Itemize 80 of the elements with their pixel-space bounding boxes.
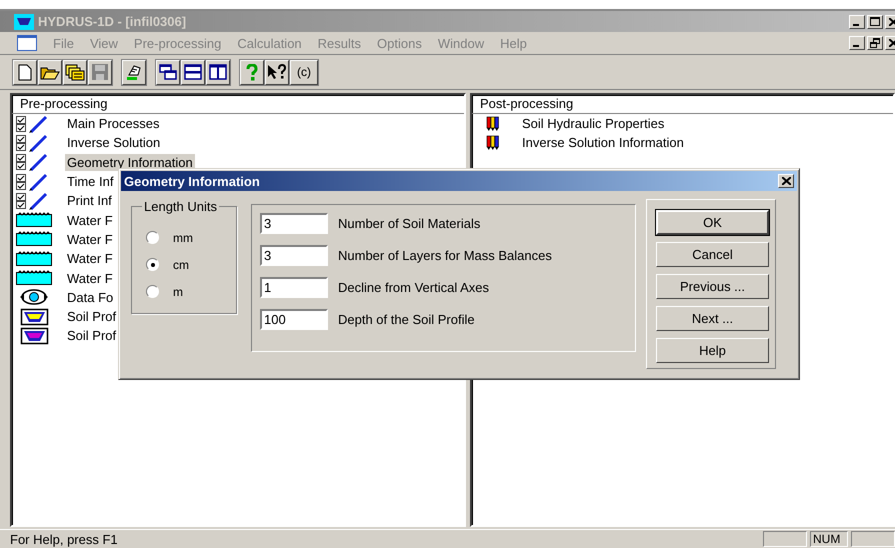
field-label: Depth of the Soil Profile [338, 312, 475, 327]
minimize-button[interactable] [849, 36, 865, 50]
water-level-icon [15, 250, 53, 268]
minimize-icon [853, 45, 859, 47]
open-button[interactable] [38, 60, 62, 84]
edit-button[interactable] [122, 60, 146, 84]
tree-item[interactable]: Time Inf [65, 173, 116, 190]
new-file-button[interactable] [13, 60, 37, 84]
minimize-button[interactable] [849, 14, 865, 28]
open-files-button[interactable] [63, 60, 87, 84]
panel-header: Pre-processing [12, 95, 464, 114]
context-help-button[interactable] [265, 60, 289, 84]
folder-icon [40, 64, 60, 80]
group-label: Length Units [143, 199, 218, 214]
tree-item[interactable]: Geometry Information [65, 154, 195, 171]
radio-button[interactable] [146, 231, 159, 244]
page-icon [18, 64, 32, 80]
color-pencils-icon [486, 134, 500, 151]
tree-item[interactable]: Inverse Solution Information [520, 134, 686, 152]
cascade-button[interactable] [156, 60, 180, 84]
tree-item[interactable]: Soil Prof [65, 327, 118, 344]
radio-label: cm [173, 258, 189, 272]
tree-item[interactable]: Water F [65, 250, 115, 268]
restore-button[interactable] [867, 36, 883, 50]
tree-item[interactable]: Data Fo [65, 288, 116, 306]
radio-label: mm [173, 230, 193, 244]
stacked-files-icon [65, 64, 85, 80]
close-button[interactable] [778, 174, 794, 188]
save-button[interactable] [88, 60, 112, 84]
tile-vertical-icon [209, 64, 227, 80]
pointer-question-icon [267, 64, 287, 80]
dialog-button[interactable]: Previous ... [656, 274, 769, 299]
about-button[interactable]: (c) [290, 60, 318, 84]
water-level-icon [15, 269, 53, 288]
cascade-windows-icon [159, 64, 177, 80]
status-panel [763, 531, 807, 547]
dialog-button[interactable]: Cancel [656, 242, 769, 267]
radio-label: m [173, 284, 183, 298]
panel-header: Post-processing [472, 95, 893, 114]
status-panel [851, 531, 895, 547]
minimize-icon [853, 24, 859, 26]
input-field[interactable]: 1 [260, 277, 328, 298]
close-icon [782, 177, 790, 185]
dialog-title: Geometry Information [124, 174, 260, 188]
tree-item[interactable]: Soil Hydraulic Properties [520, 115, 666, 132]
window-title: HYDRUS-1D - [infil0306] [38, 14, 188, 29]
dialog-button[interactable]: Help [656, 338, 769, 363]
status-text: For Help, press F1 [10, 532, 119, 546]
color-pencils-icon [486, 116, 500, 132]
tree-item[interactable]: Water F [65, 270, 115, 287]
input-field[interactable]: 3 [260, 245, 328, 266]
radio-button[interactable] [146, 285, 159, 298]
tile-horizontal-button[interactable] [181, 60, 205, 84]
field-label: Number of Soil Materials [338, 216, 480, 231]
tree-item[interactable]: Water F [65, 230, 115, 248]
tree-item[interactable]: Inverse Solution [65, 134, 162, 152]
input-field[interactable]: 3 [260, 213, 328, 234]
dialog-button[interactable]: OK [656, 210, 769, 235]
app-icon [14, 14, 34, 30]
restore-icon [870, 38, 880, 48]
radio-button[interactable] [146, 258, 159, 271]
tree-item[interactable]: Print Inf [65, 192, 114, 210]
dialog-button[interactable]: Next ... [656, 306, 769, 331]
field-label: Decline from Vertical Axes [338, 280, 490, 295]
status-indicator: NUM [810, 531, 848, 547]
tile-horizontal-icon [184, 64, 202, 80]
water-level-icon [15, 211, 53, 230]
tile-vertical-button[interactable] [206, 60, 230, 84]
document-window-icon [17, 35, 37, 51]
hand-pen-icon [125, 63, 143, 81]
tree-item[interactable]: Soil Prof [65, 308, 118, 326]
question-mark-icon [246, 64, 258, 80]
field-label: Number of Layers for Mass Balances [338, 248, 552, 263]
maximize-icon [870, 17, 880, 26]
help-button[interactable] [240, 60, 264, 84]
maximize-button[interactable] [867, 14, 883, 28]
input-field[interactable]: 100 [260, 309, 328, 330]
water-level-icon [15, 230, 53, 248]
tree-item[interactable]: Main Processes [65, 115, 162, 132]
tree-item[interactable]: Water F [65, 212, 115, 229]
